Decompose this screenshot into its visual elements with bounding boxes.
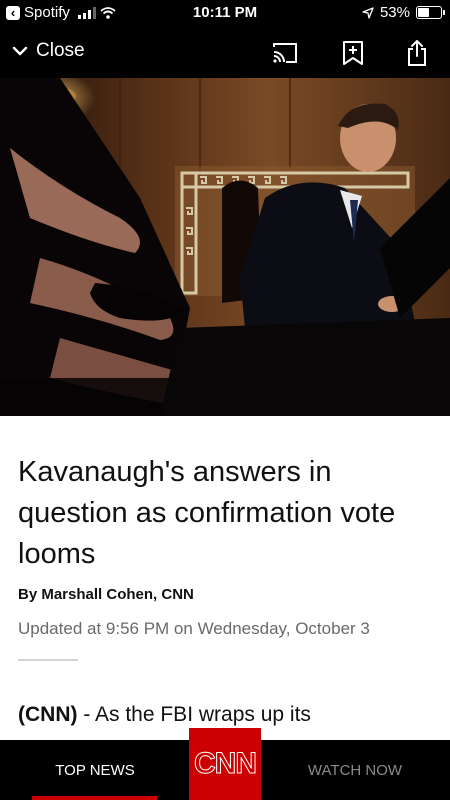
- share-icon: [408, 40, 426, 66]
- article-byline[interactable]: By Marshall Cohen, CNN: [18, 586, 194, 603]
- lead-text: - As the FBI wraps up its: [77, 703, 311, 726]
- hearing-room-photo: [0, 78, 450, 416]
- battery-level: [418, 8, 429, 17]
- tab-top-news[interactable]: TOP NEWS: [0, 740, 190, 800]
- chevron-down-icon: [12, 46, 28, 56]
- bookmark-button[interactable]: [338, 38, 368, 68]
- battery-icon: [416, 6, 445, 19]
- close-button[interactable]: Close: [12, 40, 85, 62]
- lead-source: (CNN): [18, 703, 78, 726]
- tab-watch-now[interactable]: WATCH NOW: [260, 740, 450, 800]
- article-headline: Kavanaugh's answers in question as confi…: [18, 456, 396, 570]
- tab-watch-now-label: WATCH NOW: [307, 761, 403, 779]
- active-tab-indicator: [32, 796, 157, 800]
- cnn-logo: CNN: [194, 747, 258, 781]
- share-button[interactable]: [402, 38, 432, 68]
- battery-percent: 53%: [379, 4, 410, 21]
- close-label: Close: [36, 40, 85, 61]
- divider: [18, 659, 78, 661]
- article-timestamp: Updated at 9:56 PM on Wednesday, October…: [18, 619, 370, 638]
- bookmark-icon: [343, 41, 363, 65]
- cast-button[interactable]: [270, 38, 300, 68]
- cast-icon: [273, 43, 297, 63]
- cnn-logo-button[interactable]: CNN: [189, 728, 261, 800]
- location-arrow-icon: [362, 6, 374, 19]
- article-nav-bar: Close: [0, 26, 450, 78]
- status-bar: ‹ Spotify 10:11 PM 53%: [0, 0, 450, 26]
- tab-top-news-label: TOP NEWS: [55, 761, 135, 779]
- hero-photo: [0, 78, 450, 416]
- article-lead: (CNN) - As the FBI wraps up its: [18, 703, 311, 727]
